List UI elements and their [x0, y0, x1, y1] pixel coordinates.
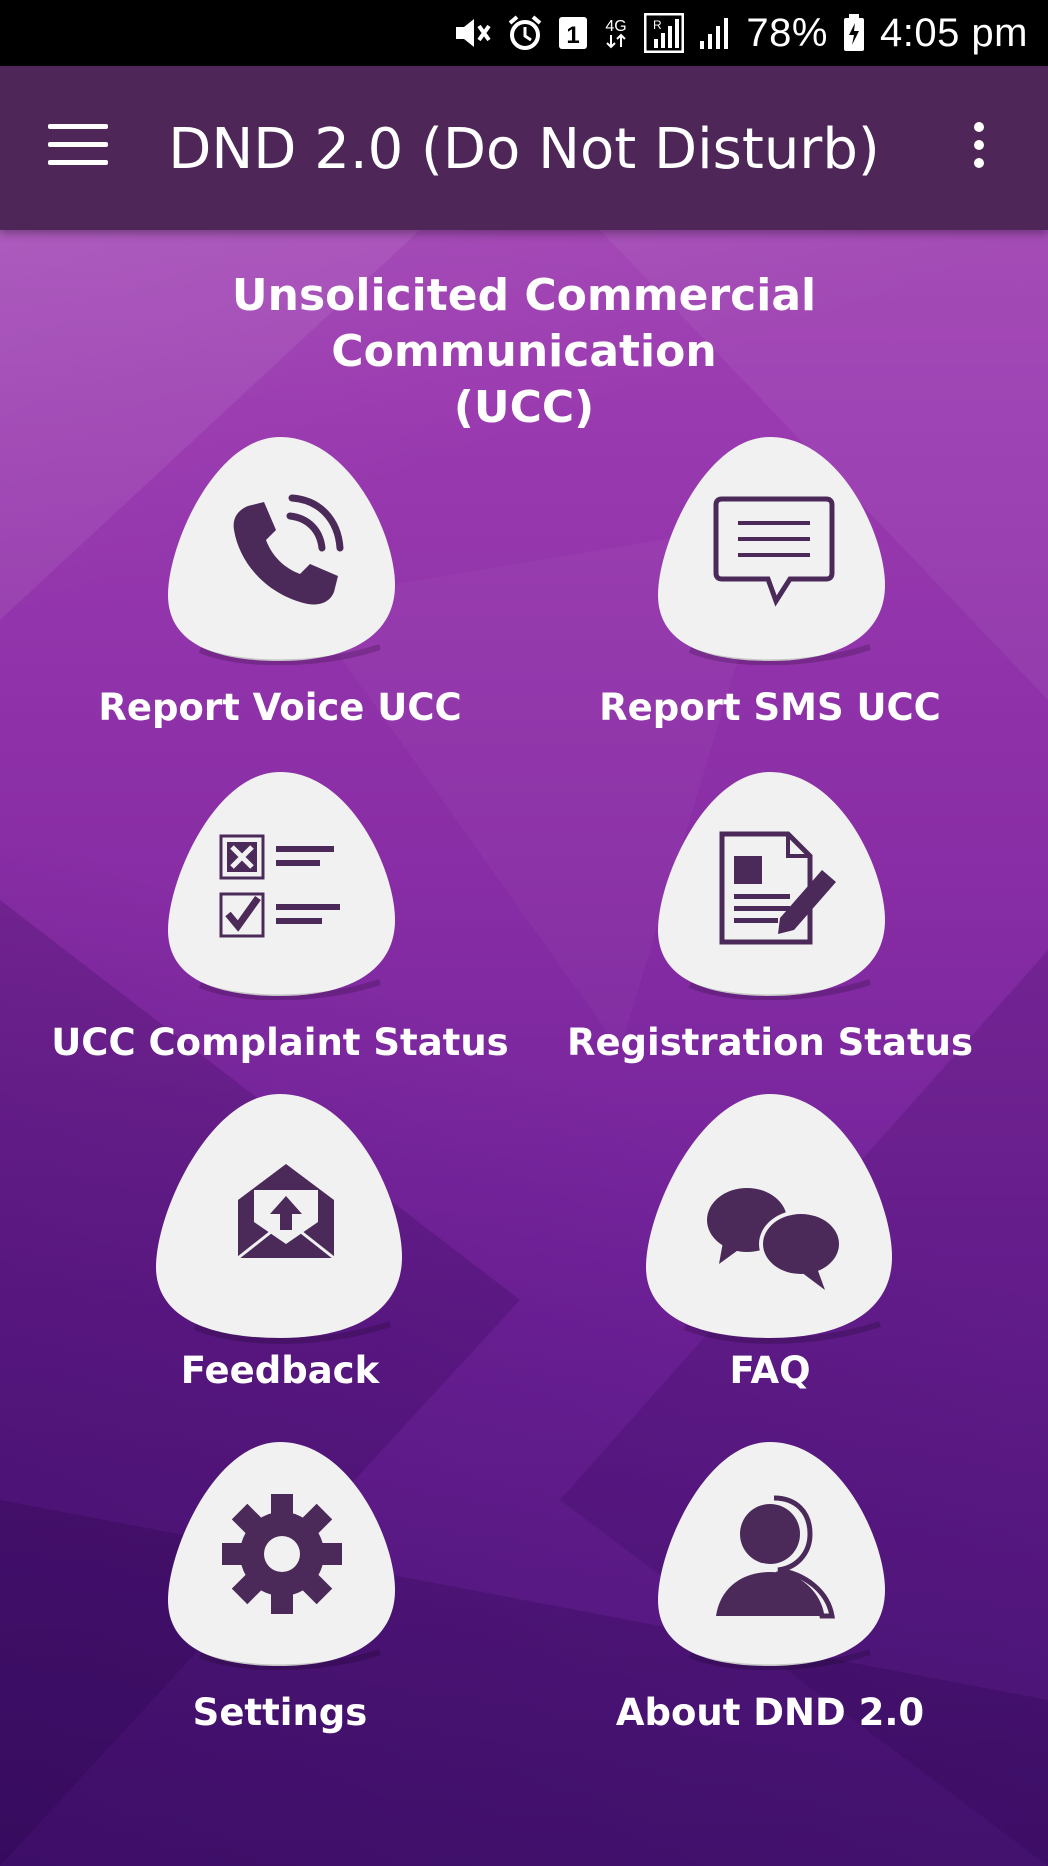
- roaming-signal-icon: R: [644, 13, 685, 53]
- report-sms-ucc-button[interactable]: Report SMS UCC: [540, 435, 1000, 735]
- tile-label: Registration Status: [566, 1021, 974, 1064]
- settings-button[interactable]: Settings: [50, 1440, 510, 1740]
- registration-status-button[interactable]: Registration Status: [540, 770, 1000, 1070]
- tile-label: About DND 2.0: [615, 1691, 925, 1734]
- clock: 4:05 pm: [879, 10, 1028, 55]
- ucc-complaint-status-button[interactable]: UCC Complaint Status: [50, 770, 510, 1070]
- faq-button[interactable]: FAQ: [540, 1092, 1000, 1392]
- battery-icon: [842, 13, 866, 53]
- alarm-icon: [506, 14, 544, 52]
- tile-label: FAQ: [729, 1349, 811, 1392]
- user-group-icon: [716, 1495, 835, 1619]
- more-vertical-icon[interactable]: [966, 122, 992, 174]
- mute-icon: [452, 15, 492, 51]
- chat-bubbles-icon: [707, 1188, 843, 1290]
- page-heading: Unsolicited Commercial Communication (UC…: [40, 268, 1008, 436]
- sms-message-icon: [713, 496, 835, 607]
- svg-text:R: R: [653, 18, 662, 32]
- tile-label: Report SMS UCC: [599, 686, 941, 729]
- mail-upload-icon: [237, 1164, 335, 1260]
- tile-label: Settings: [192, 1691, 368, 1734]
- hamburger-menu-icon[interactable]: [48, 124, 108, 172]
- checklist-icon: [219, 834, 340, 938]
- svg-text:4G: 4G: [606, 18, 627, 35]
- tile-label: Report Voice UCC: [98, 686, 462, 729]
- status-bar: 1 4G R 78% 4:05 pm: [0, 0, 1048, 66]
- heading-line-1: Unsolicited Commercial Communication: [231, 270, 817, 377]
- 4g-icon: 4G: [602, 15, 630, 51]
- about-dnd-button[interactable]: About DND 2.0: [540, 1440, 1000, 1740]
- app-bar: DND 2.0 (Do Not Disturb): [0, 66, 1048, 230]
- svg-text:1: 1: [567, 22, 580, 49]
- tile-label: Feedback: [180, 1349, 380, 1392]
- tile-label: UCC Complaint Status: [51, 1021, 509, 1064]
- sim-icon: 1: [558, 16, 588, 50]
- feedback-button[interactable]: Feedback: [50, 1092, 510, 1392]
- document-edit-icon: [719, 831, 836, 945]
- battery-percent: 78%: [746, 10, 828, 55]
- gear-icon: [222, 1494, 342, 1614]
- signal-icon: [698, 15, 732, 51]
- phone-call-icon: [233, 494, 344, 605]
- report-voice-ucc-button[interactable]: Report Voice UCC: [50, 435, 510, 735]
- app-title: DND 2.0 (Do Not Disturb): [168, 117, 880, 182]
- heading-line-2: (UCC): [453, 382, 595, 433]
